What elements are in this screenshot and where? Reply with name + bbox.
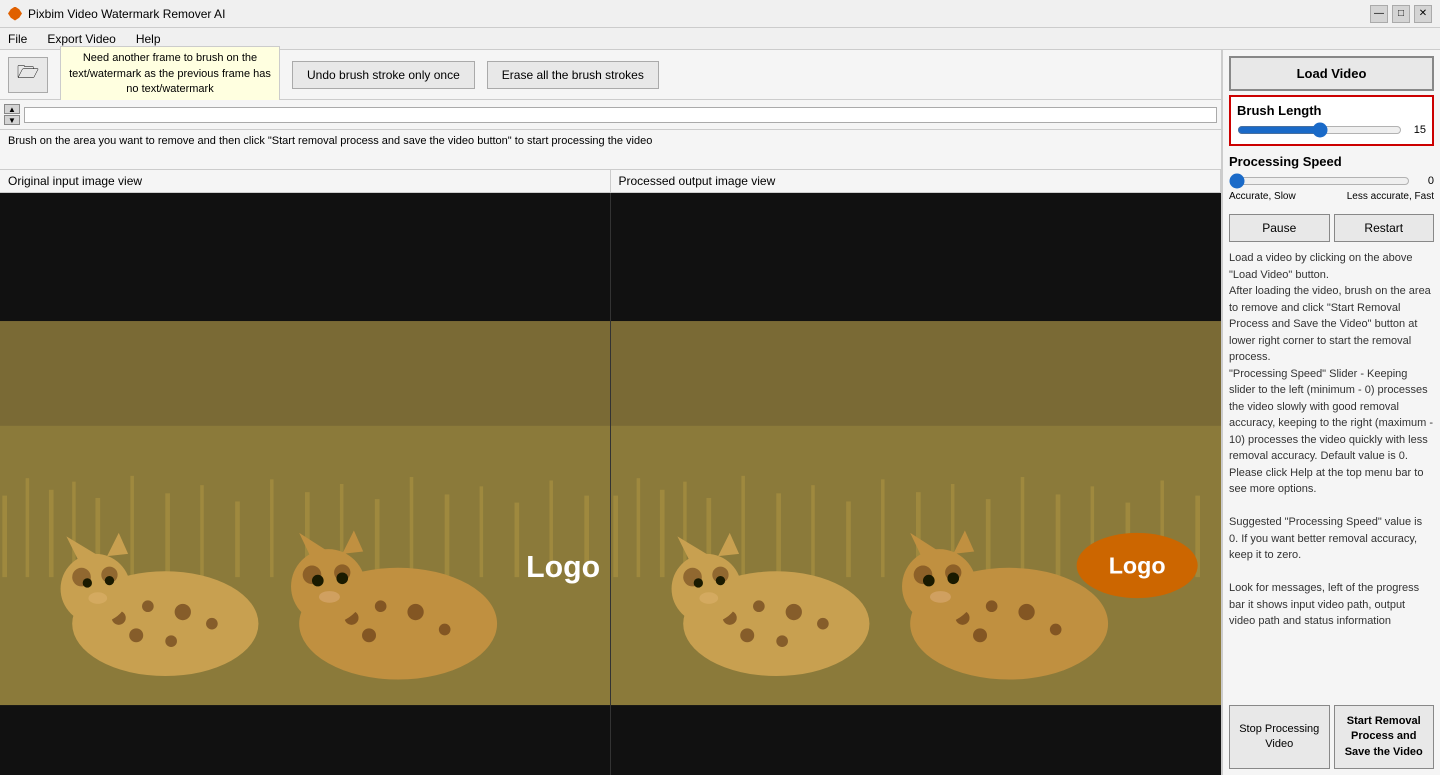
title-bar-controls: — □ ✕ xyxy=(1370,5,1432,23)
speed-label-left: Accurate, Slow xyxy=(1229,191,1296,202)
tooltip-text: Need another frame to brush on the text/… xyxy=(69,52,271,95)
start-removal-button[interactable]: Start Removal Process and Save the Video xyxy=(1334,705,1435,769)
speed-labels: Accurate, Slow Less accurate, Fast xyxy=(1229,191,1434,202)
erase-button[interactable]: Erase all the brush strokes xyxy=(487,61,659,89)
close-button[interactable]: ✕ xyxy=(1414,5,1432,23)
svg-text:Logo: Logo xyxy=(526,551,600,584)
speed-label-right: Less accurate, Fast xyxy=(1347,191,1434,202)
brush-length-row: 15 xyxy=(1237,122,1426,138)
undo-label: Undo brush stroke only once xyxy=(307,68,460,82)
stop-label: Stop Processing Video xyxy=(1239,723,1319,750)
original-scene: Logo xyxy=(0,193,610,775)
load-video-label: Load Video xyxy=(1297,66,1367,81)
folder-icon: 🗁 xyxy=(17,60,39,90)
load-video-button[interactable]: Load Video xyxy=(1229,56,1434,91)
image-labels: Original input image view Processed outp… xyxy=(0,170,1221,193)
instruction-area: Brush on the area you want to remove and… xyxy=(0,130,1221,170)
arrow-up-button[interactable]: ▲ xyxy=(4,104,20,114)
processed-frame: Logo xyxy=(611,193,1221,775)
original-label: Original input image view xyxy=(0,170,611,192)
maximize-button[interactable]: □ xyxy=(1392,5,1410,23)
processed-label: Processed output image view xyxy=(611,170,1222,192)
stop-processing-button[interactable]: Stop Processing Video xyxy=(1229,705,1330,769)
start-removal-label: Start Removal Process and Save the Video xyxy=(1345,715,1423,758)
main-container: 🗁 Need another frame to brush on the tex… xyxy=(0,50,1440,775)
info-text: Load a video by clicking on the above "L… xyxy=(1229,250,1434,630)
minimize-button[interactable]: — xyxy=(1370,5,1388,23)
progress-bar xyxy=(24,107,1217,123)
undo-button[interactable]: Undo brush stroke only once xyxy=(292,61,475,89)
brush-section: Brush Length 15 xyxy=(1229,95,1434,146)
menu-file[interactable]: File xyxy=(4,30,31,48)
progress-area: ▲ ▼ xyxy=(0,100,1221,130)
instruction-text: Brush on the area you want to remove and… xyxy=(8,135,652,147)
title-bar-left: Pixbim Video Watermark Remover AI xyxy=(8,7,225,21)
processing-speed-slider[interactable] xyxy=(1229,173,1410,189)
brush-length-title: Brush Length xyxy=(1237,103,1426,118)
info-content: Load a video by clicking on the above "L… xyxy=(1229,252,1433,627)
image-frames: Logo xyxy=(0,193,1221,775)
arrow-down-button[interactable]: ▼ xyxy=(4,115,20,125)
right-panel: Load Video Brush Length 15 Processing Sp… xyxy=(1222,50,1440,775)
app-icon xyxy=(8,7,22,21)
menu-export-video[interactable]: Export Video xyxy=(43,30,120,48)
open-folder-button[interactable]: 🗁 xyxy=(8,57,48,93)
app-title: Pixbim Video Watermark Remover AI xyxy=(28,7,225,21)
processing-speed-value: 0 xyxy=(1414,175,1434,187)
processing-speed-section: Processing Speed 0 Accurate, Slow Less a… xyxy=(1229,150,1434,206)
brush-length-slider[interactable] xyxy=(1237,122,1402,138)
progress-arrows: ▲ ▼ xyxy=(4,104,20,125)
brush-length-value: 15 xyxy=(1406,124,1426,136)
tooltip-box: Need another frame to brush on the text/… xyxy=(60,46,280,102)
title-bar: Pixbim Video Watermark Remover AI — □ ✕ xyxy=(0,0,1440,28)
processing-speed-title: Processing Speed xyxy=(1229,154,1434,169)
svg-text:Logo: Logo xyxy=(1109,553,1166,579)
pause-restart-row: Pause Restart xyxy=(1229,214,1434,242)
processed-scene: Logo xyxy=(611,193,1221,775)
pause-button[interactable]: Pause xyxy=(1229,214,1330,242)
pause-label: Pause xyxy=(1262,221,1296,235)
bottom-buttons: Stop Processing Video Start Removal Proc… xyxy=(1229,705,1434,769)
toolbar: 🗁 Need another frame to brush on the tex… xyxy=(0,50,1221,100)
original-frame: Logo xyxy=(0,193,611,775)
restart-button[interactable]: Restart xyxy=(1334,214,1435,242)
left-panel: 🗁 Need another frame to brush on the tex… xyxy=(0,50,1222,775)
processing-speed-row: 0 xyxy=(1229,173,1434,189)
menu-help[interactable]: Help xyxy=(132,30,165,48)
image-views: Original input image view Processed outp… xyxy=(0,170,1221,775)
erase-label: Erase all the brush strokes xyxy=(502,68,644,82)
restart-label: Restart xyxy=(1364,221,1403,235)
